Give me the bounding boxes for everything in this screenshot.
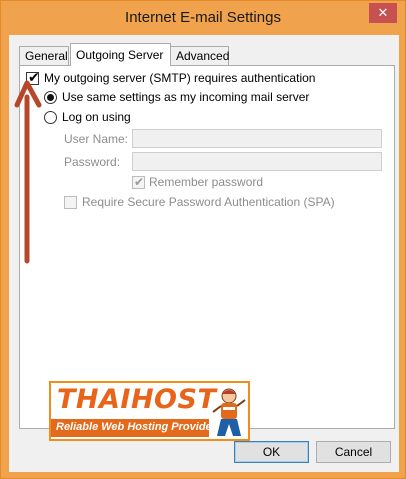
close-button[interactable]: ✕ — [369, 3, 397, 23]
requires-auth-label[interactable]: My outgoing server (SMTP) requires authe… — [44, 71, 315, 85]
thaihost-logo: THAIHOST Reliable Web Hosting Provider — [49, 381, 250, 441]
tab-outgoing-server[interactable]: Outgoing Server — [70, 43, 171, 66]
checkmark-icon: ✔ — [134, 175, 145, 189]
ok-button[interactable]: OK — [234, 441, 309, 463]
title-bar[interactable]: Internet E-mail Settings ✕ — [1, 1, 405, 35]
logo-tagline: Reliable Web Hosting Provider — [56, 421, 216, 433]
tab-general[interactable]: General — [19, 46, 69, 65]
cancel-button[interactable]: Cancel — [316, 441, 391, 463]
remember-password-label[interactable]: Remember password — [149, 175, 263, 189]
checkmark-icon: ✔ — [28, 69, 40, 85]
password-input[interactable] — [132, 152, 382, 171]
internet-email-settings-window: Internet E-mail Settings ✕ General Outgo… — [0, 0, 406, 479]
spa-checkbox[interactable] — [64, 196, 77, 209]
log-on-using-label[interactable]: Log on using — [62, 110, 131, 124]
close-icon: ✕ — [377, 5, 389, 20]
tab-advanced[interactable]: Advanced — [170, 46, 229, 65]
outgoing-server-panel: ✔ My outgoing server (SMTP) requires aut… — [19, 65, 395, 441]
log-on-using-radio[interactable] — [44, 111, 57, 124]
same-settings-label[interactable]: Use same settings as my incoming mail se… — [62, 90, 309, 104]
username-input[interactable] — [132, 129, 382, 148]
same-settings-radio[interactable] — [44, 91, 57, 104]
radio-selected-dot — [47, 94, 54, 101]
remember-password-checkbox[interactable]: ✔ — [132, 175, 145, 189]
spa-label[interactable]: Require Secure Password Authentication (… — [82, 195, 335, 209]
password-label: Password: — [64, 155, 121, 169]
window-title: Internet E-mail Settings — [125, 9, 281, 26]
requires-auth-checkbox[interactable]: ✔ — [26, 69, 40, 85]
dialog-client-area: General Outgoing Server Advanced ✔ My ou… — [9, 35, 399, 472]
mascot-icon — [212, 388, 246, 436]
logo-wordmark: THAIHOST — [57, 384, 217, 415]
username-label: User Name: — [64, 132, 129, 146]
